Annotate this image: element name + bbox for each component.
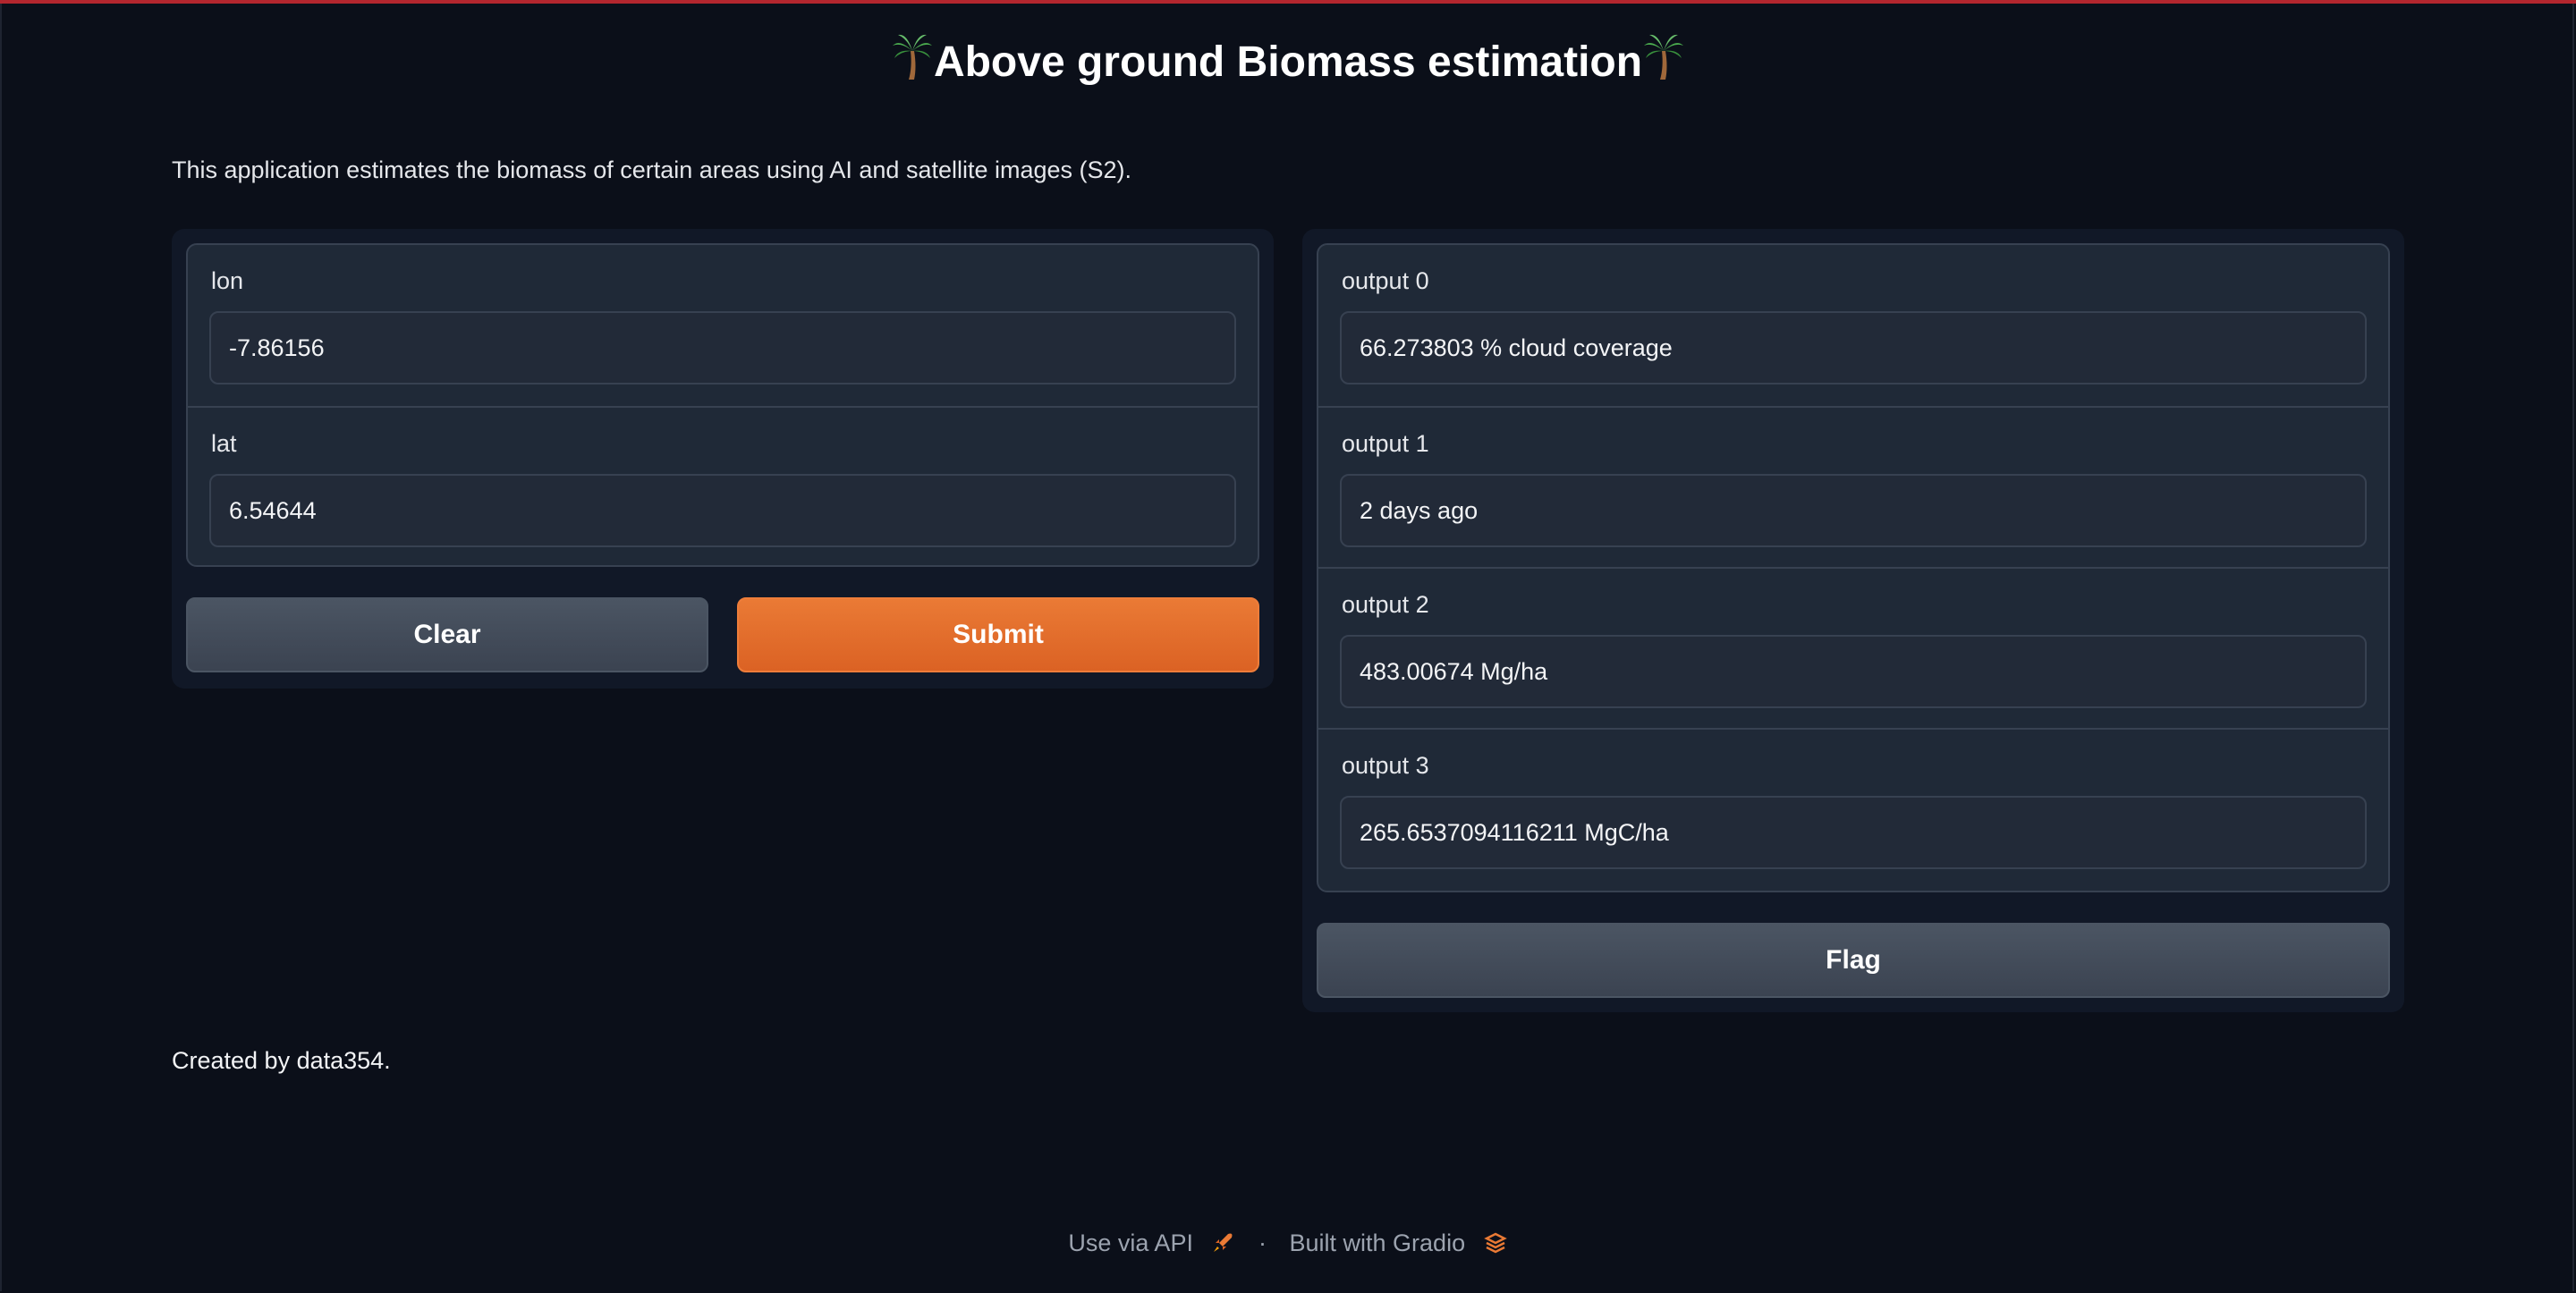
app-description: This application estimates the biomass o… <box>172 156 1132 183</box>
title-text: Above ground Biomass estimation <box>933 38 1643 86</box>
lon-label: lon <box>211 267 244 294</box>
output-3-label: output 3 <box>1342 752 1429 779</box>
article-text: Created by data354. <box>172 1047 391 1074</box>
lon-field: lon -7.86156 <box>188 245 1258 406</box>
output-3-field: output 3 265.6537094116211 MgC/ha <box>1318 728 2388 889</box>
lat-field: lat 6.54644 <box>188 406 1258 565</box>
lat-input[interactable]: 6.54644 <box>209 474 1236 547</box>
output-2-label: output 2 <box>1342 591 1429 618</box>
output-fields-group: output 0 66.273803 % cloud coverage outp… <box>1317 243 2390 892</box>
input-panel: lon -7.86156 lat 6.54644 Clear Submit <box>172 229 1274 689</box>
lon-input[interactable]: -7.86156 <box>209 311 1236 385</box>
palm-tree-icon <box>1644 34 1684 80</box>
gradio-logo-icon <box>1483 1232 1507 1254</box>
lat-label: lat <box>211 430 237 457</box>
footer-separator: · <box>1258 1229 1267 1256</box>
footer: Use via API · Built with Gradio <box>0 1223 2576 1261</box>
input-fields-group: lon -7.86156 lat 6.54644 <box>186 243 1259 567</box>
flag-button[interactable]: Flag <box>1317 923 2390 998</box>
palm-tree-icon <box>892 34 932 80</box>
output-1-textbox[interactable]: 2 days ago <box>1340 474 2367 547</box>
submit-button[interactable]: Submit <box>737 597 1259 672</box>
rocket-icon <box>1214 1233 1233 1252</box>
clear-button[interactable]: Clear <box>186 597 708 672</box>
page-title: Above ground Biomass estimation <box>0 30 2576 95</box>
output-0-textbox[interactable]: 66.273803 % cloud coverage <box>1340 311 2367 385</box>
output-0-field: output 0 66.273803 % cloud coverage <box>1318 245 2388 406</box>
output-1-field: output 1 2 days ago <box>1318 406 2388 567</box>
output-2-field: output 2 483.00674 Mg/ha <box>1318 567 2388 728</box>
built-with-gradio-link[interactable]: Built with Gradio <box>1290 1230 1466 1256</box>
output-1-label: output 1 <box>1342 430 1429 457</box>
use-via-api-link[interactable]: Use via API <box>1068 1230 1193 1256</box>
output-0-label: output 0 <box>1342 267 1429 294</box>
output-3-textbox[interactable]: 265.6537094116211 MgC/ha <box>1340 796 2367 869</box>
output-2-textbox[interactable]: 483.00674 Mg/ha <box>1340 635 2367 708</box>
output-panel: output 0 66.273803 % cloud coverage outp… <box>1302 229 2404 1012</box>
